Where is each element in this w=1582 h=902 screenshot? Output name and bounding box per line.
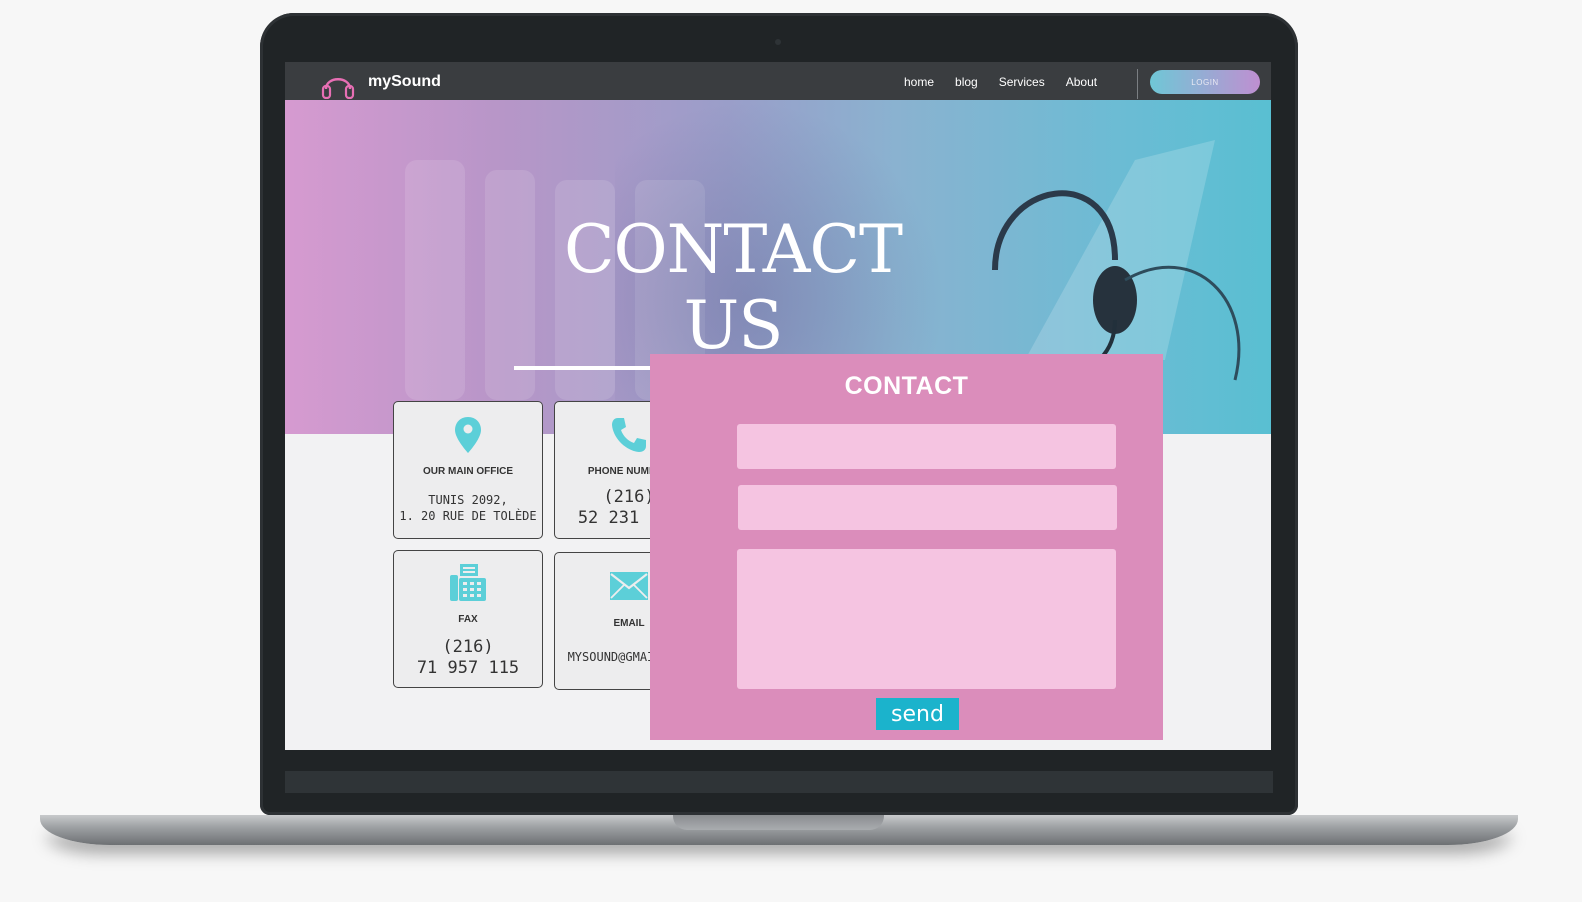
card-label: OUR MAIN OFFICE bbox=[423, 466, 513, 477]
headphones-icon bbox=[321, 78, 355, 99]
phone-icon bbox=[612, 418, 646, 452]
camera-dot bbox=[775, 39, 781, 45]
envelope-icon bbox=[610, 572, 648, 600]
info-card-office: OUR MAIN OFFICE TUNIS 2092, 1. 20 RUE DE… bbox=[393, 401, 543, 539]
page-title: CONTACT US bbox=[514, 212, 952, 370]
nav-link-services[interactable]: Services bbox=[999, 75, 1045, 89]
info-card-fax: FAX (216) 71 957 115 bbox=[393, 550, 543, 688]
brand-name[interactable]: mySound bbox=[368, 73, 441, 91]
navbar: mySound home blog Services About LOGIN bbox=[285, 62, 1271, 100]
laptop-base-notch bbox=[673, 815, 884, 830]
card-value: (216) 71 957 115 bbox=[416, 637, 520, 678]
send-button[interactable]: send bbox=[876, 698, 959, 730]
website-screen: CONTACT US mySound home blog Services Ab… bbox=[285, 62, 1271, 750]
card-value: TUNIS 2092, 1. 20 RUE DE TOLÈDE bbox=[399, 493, 537, 523]
nav-link-home[interactable]: home bbox=[904, 75, 934, 89]
laptop-bezel-strip bbox=[285, 771, 1273, 793]
email-input[interactable] bbox=[738, 485, 1117, 530]
fax-icon bbox=[450, 564, 486, 601]
map-pin-icon bbox=[455, 417, 481, 453]
nav-link-blog[interactable]: blog bbox=[955, 75, 978, 89]
contact-form-panel: CONTACT send bbox=[650, 354, 1163, 740]
nav-links: home blog Services About bbox=[904, 75, 1118, 89]
card-label: FAX bbox=[458, 614, 478, 625]
name-input[interactable] bbox=[737, 424, 1116, 469]
nav-link-about[interactable]: About bbox=[1066, 75, 1097, 89]
message-textarea[interactable] bbox=[737, 549, 1116, 689]
contact-form-title: CONTACT bbox=[844, 372, 969, 400]
login-button[interactable]: LOGIN bbox=[1150, 70, 1260, 94]
hero-blur-shape bbox=[405, 160, 465, 400]
nav-divider bbox=[1137, 69, 1138, 99]
